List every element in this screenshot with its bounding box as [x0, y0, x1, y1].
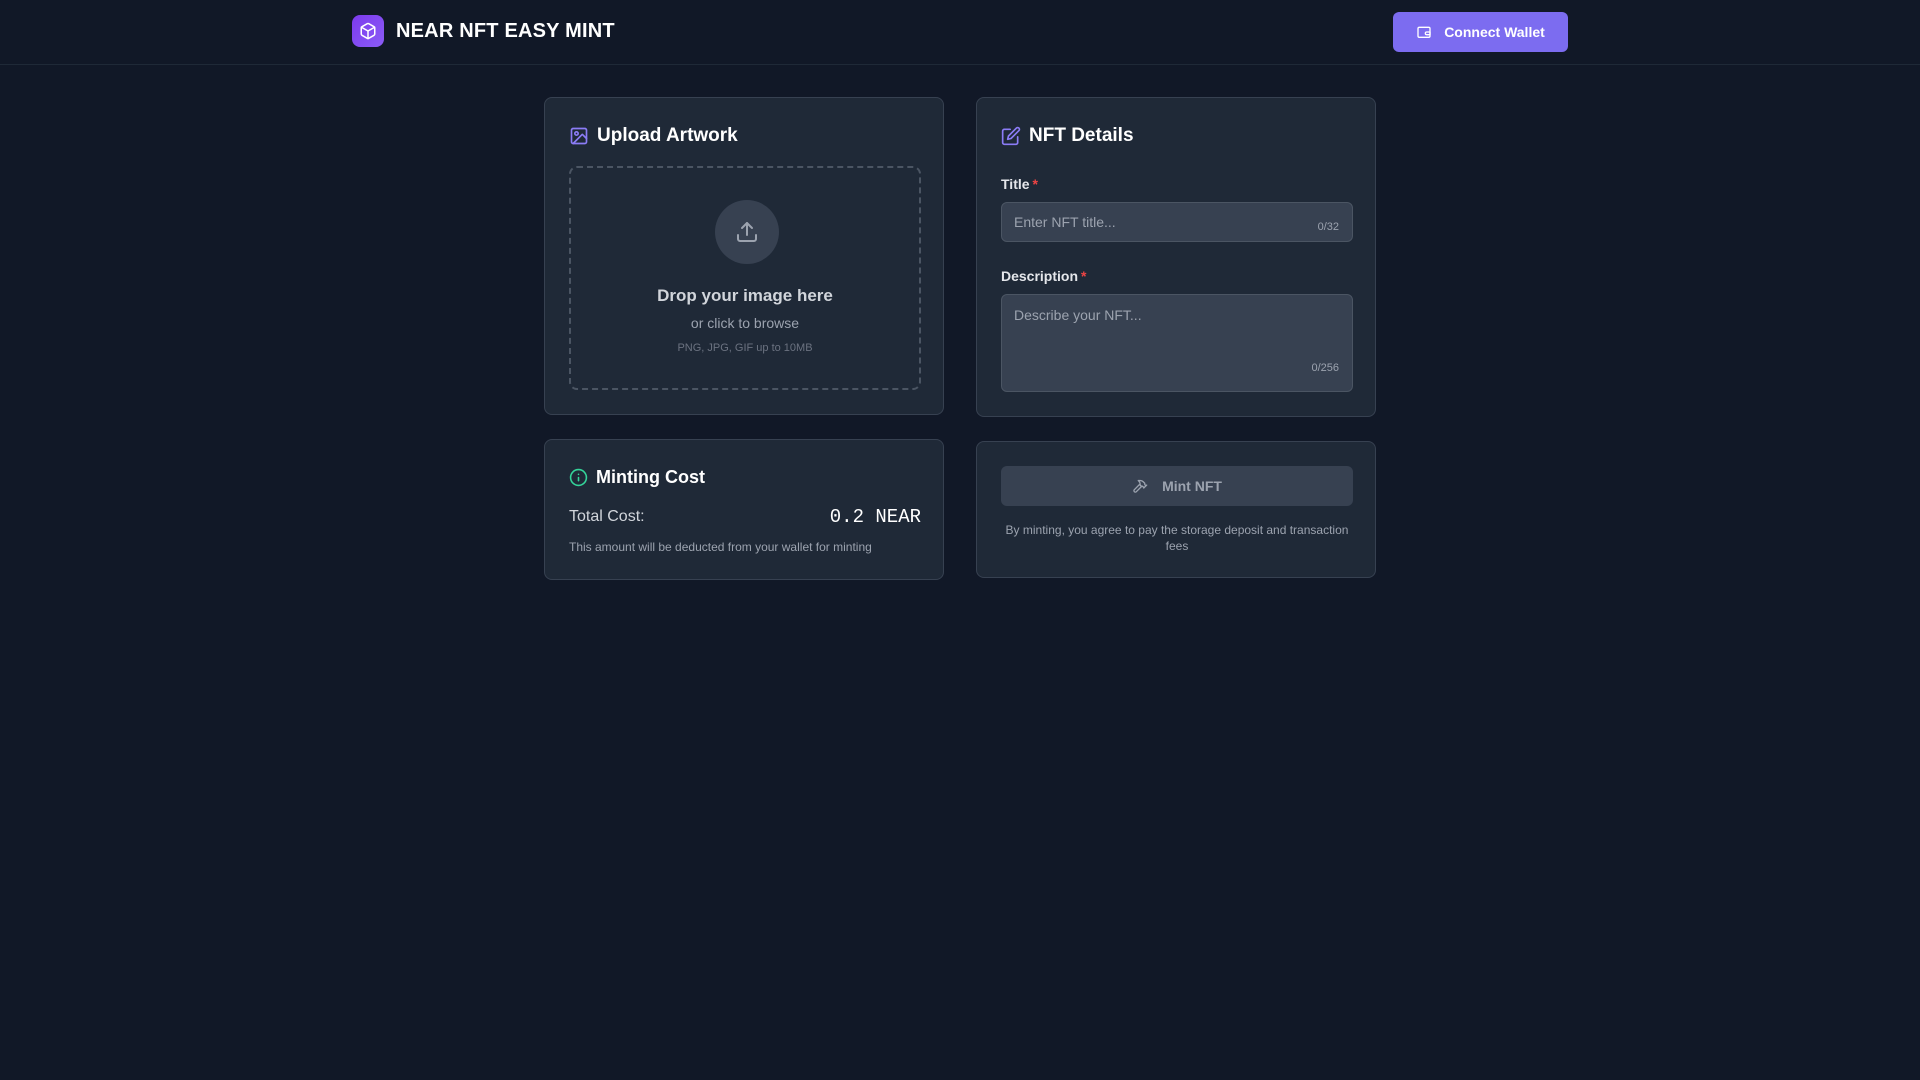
mint-card: Mint NFT By minting, you agree to pay th…: [976, 441, 1376, 578]
upload-artwork-card: Upload Artwork Drop your image here or c…: [544, 97, 944, 415]
required-mark: *: [1081, 268, 1087, 284]
edit-icon: [1001, 126, 1021, 146]
title-field-label: Title *: [1001, 176, 1038, 192]
required-mark: *: [1032, 176, 1038, 192]
connect-wallet-label: Connect Wallet: [1444, 24, 1545, 40]
mint-terms-note: By minting, you agree to pay the storage…: [1005, 523, 1349, 553]
wallet-icon: [1416, 24, 1432, 40]
cost-card-header: Minting Cost: [569, 467, 705, 488]
description-textarea[interactable]: [1001, 294, 1353, 392]
upload-card-title: Upload Artwork: [597, 125, 738, 146]
drop-sub-text: or click to browse: [690, 315, 800, 331]
upload-card-header: Upload Artwork: [569, 125, 738, 147]
details-card-title: NFT Details: [1029, 125, 1134, 146]
description-char-counter: 0/256: [1311, 362, 1339, 374]
app-title: NEAR NFT EASY MINT: [396, 19, 615, 42]
total-cost-row: Total Cost: 0.2 NEAR: [569, 506, 921, 528]
mint-nft-button[interactable]: Mint NFT: [1001, 466, 1353, 506]
title-input[interactable]: [1001, 202, 1353, 242]
drop-hint-text: PNG, JPG, GIF up to 10MB: [677, 342, 813, 354]
brand: NEAR NFT EASY MINT: [352, 15, 615, 47]
info-icon: [569, 468, 588, 487]
image-icon: [569, 126, 589, 146]
description-label-text: Description: [1001, 268, 1079, 284]
title-char-counter: 0/32: [1317, 221, 1339, 233]
app-header: NEAR NFT EASY MINT Connect Wallet: [0, 0, 1920, 65]
title-label-text: Title: [1001, 176, 1030, 192]
total-cost-value: 0.2 NEAR: [829, 506, 921, 528]
nft-details-card: NFT Details Title* 0/32 Description* 0/2…: [976, 97, 1376, 417]
details-card-header: NFT Details: [1001, 125, 1134, 147]
description-field-label: Description *: [1001, 268, 1086, 284]
total-cost-label: Total Cost:: [569, 508, 645, 525]
image-dropzone[interactable]: Drop your image here or click to browse …: [569, 166, 921, 390]
cost-card-title: Minting Cost: [596, 467, 705, 487]
hammer-icon: [1132, 478, 1148, 494]
upload-icon: [715, 200, 779, 264]
cost-note: This amount will be deducted from your w…: [569, 540, 872, 554]
mint-nft-label: Mint NFT: [1162, 478, 1222, 494]
cube-icon: [352, 15, 384, 47]
minting-cost-card: Minting Cost Total Cost: 0.2 NEAR This a…: [544, 439, 944, 580]
connect-wallet-button[interactable]: Connect Wallet: [1393, 12, 1568, 52]
drop-main-text: Drop your image here: [657, 286, 833, 305]
